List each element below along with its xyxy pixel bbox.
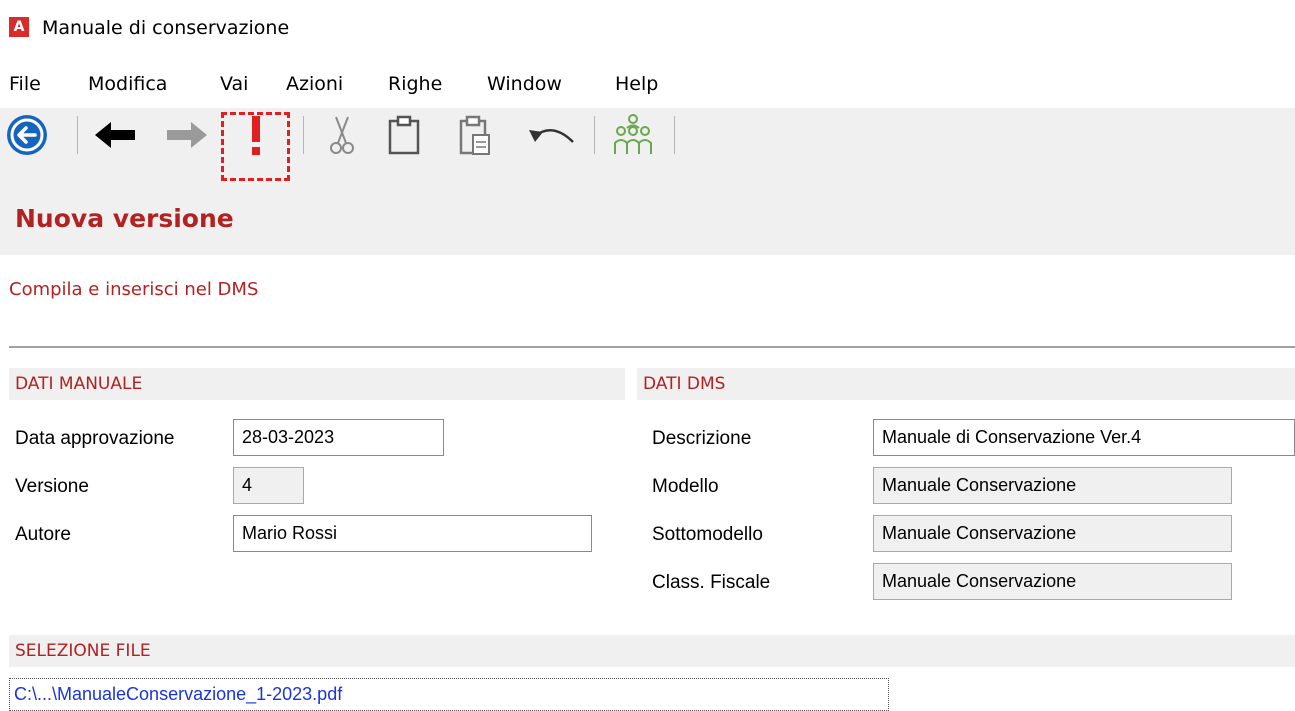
scissors-icon xyxy=(330,116,354,154)
menu-bar: File Modifica Vai Azioni Righe Window He… xyxy=(0,62,1295,108)
forward-button[interactable] xyxy=(164,112,210,158)
menu-vai[interactable]: Vai xyxy=(220,70,248,98)
undo-button[interactable] xyxy=(524,112,580,158)
label-data-approvazione: Data approvazione xyxy=(15,428,175,449)
label-modello: Modello xyxy=(652,476,719,497)
menu-window[interactable]: Window xyxy=(487,70,562,98)
back-circle-button[interactable] xyxy=(4,112,50,158)
toolbar xyxy=(0,108,1295,185)
page-subtitle: Compila e inserisci nel DMS xyxy=(9,279,259,300)
toolbar-separator xyxy=(77,116,78,154)
label-descrizione: Descrizione xyxy=(652,428,752,449)
toolbar-separator xyxy=(594,116,595,154)
clipboard-icon xyxy=(388,115,420,155)
app-logo-icon: A xyxy=(9,17,29,37)
back-button[interactable] xyxy=(92,112,138,158)
toolbar-separator xyxy=(674,116,675,154)
data-approvazione-input[interactable]: 28-03-2023 xyxy=(233,419,444,456)
section-selezione-file: SELEZIONE FILE xyxy=(9,635,1295,667)
modello-input[interactable]: Manuale Conservazione xyxy=(873,467,1232,504)
descrizione-input[interactable]: Manuale di Conservazione Ver.4 xyxy=(873,419,1295,456)
menu-righe[interactable]: Righe xyxy=(388,70,442,98)
paste-special-icon xyxy=(459,115,490,155)
class-fiscale-input[interactable]: Manuale Conservazione xyxy=(873,563,1232,600)
section-dati-manuale: DATI MANUALE xyxy=(9,368,625,400)
toolbar-separator xyxy=(303,116,304,154)
section-dati-dms: DATI DMS xyxy=(637,368,1295,400)
label-class-fiscale: Class. Fiscale xyxy=(652,572,771,593)
window-title: Manuale di conservazione xyxy=(42,17,290,39)
label-versione: Versione xyxy=(15,476,89,497)
divider xyxy=(9,346,1295,348)
sottomodello-input[interactable]: Manuale Conservazione xyxy=(873,515,1232,552)
file-path-field[interactable]: C:\...\ManualeConservazione_1-2023.pdf xyxy=(9,678,889,711)
menu-azioni[interactable]: Azioni xyxy=(286,70,343,98)
section-title-selezione-file: SELEZIONE FILE xyxy=(15,641,151,661)
copy-button[interactable] xyxy=(384,112,424,158)
cut-button[interactable] xyxy=(322,112,362,158)
section-title-dati-manuale: DATI MANUALE xyxy=(15,374,143,394)
back-circle-icon xyxy=(7,115,47,155)
arrow-right-icon xyxy=(167,122,207,148)
menu-file[interactable]: File xyxy=(9,70,41,98)
label-sottomodello: Sottomodello xyxy=(652,524,763,545)
group-users-icon xyxy=(614,114,652,154)
menu-modifica[interactable]: Modifica xyxy=(88,70,167,98)
title-bar: A Manuale di conservazione xyxy=(0,0,1295,62)
paste-button[interactable] xyxy=(455,112,495,158)
execute-button-highlight xyxy=(221,112,290,181)
label-autore: Autore xyxy=(15,524,71,545)
versione-input[interactable]: 4 xyxy=(233,467,304,504)
users-button[interactable] xyxy=(606,112,660,158)
page-header: Nuova versione xyxy=(0,185,1295,255)
undo-icon xyxy=(529,129,574,143)
arrow-left-icon xyxy=(95,122,135,148)
page-title: Nuova versione xyxy=(15,204,234,233)
autore-input[interactable]: Mario Rossi xyxy=(233,515,592,552)
section-title-dati-dms: DATI DMS xyxy=(643,374,726,394)
menu-help[interactable]: Help xyxy=(615,70,658,98)
